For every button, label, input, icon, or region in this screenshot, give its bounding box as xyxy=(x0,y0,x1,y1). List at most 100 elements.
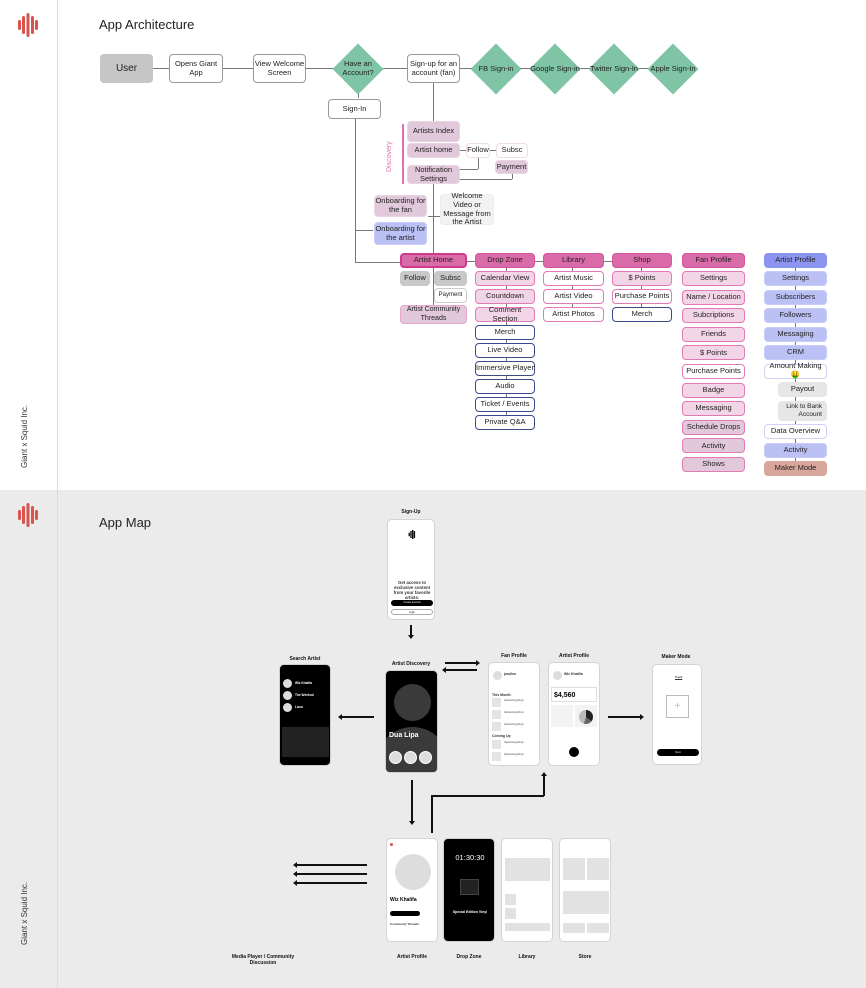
app-map-section: Giant x Squid Inc. App Map Sign-Up Get a… xyxy=(0,490,866,988)
video-thumbnail[interactable] xyxy=(505,858,550,881)
product-card[interactable] xyxy=(563,891,609,914)
fan-profile-item: Purchase Points xyxy=(682,364,745,379)
artist-profile-item: Activity xyxy=(764,442,827,458)
tab-track[interactable]: Track xyxy=(675,675,682,679)
apple-signin-decision: Apple Sign-In xyxy=(648,44,698,94)
next-button[interactable]: Next xyxy=(657,749,699,756)
flow-arrow xyxy=(293,862,367,867)
drop-zone-item: Immersive Player xyxy=(475,361,535,376)
fan-profile-item: Activity xyxy=(682,438,745,454)
drop-zone-item: Calendar View xyxy=(475,271,535,286)
flow-arrow xyxy=(293,871,367,876)
keyboard[interactable] xyxy=(282,727,329,757)
flow-arrow xyxy=(608,714,644,719)
section-coming-up: Coming Up xyxy=(492,734,511,738)
drop-zone-item: Ticket / Events xyxy=(475,397,535,412)
artist-home-follow: Follow xyxy=(400,271,430,286)
drop-thumbnail xyxy=(492,710,501,719)
follow-node: Follow xyxy=(466,143,490,158)
app-architecture-section: Giant x Squid Inc. App Architecture User… xyxy=(0,0,866,490)
view-welcome-node: View Welcome Screen xyxy=(253,54,306,83)
product-card[interactable] xyxy=(563,923,585,933)
screen-label-artist-profile-bottom: Artist Profile xyxy=(396,954,427,960)
fan-profile-item: Shows xyxy=(682,457,745,472)
subscribe-button[interactable] xyxy=(390,911,420,916)
store-screen[interactable] xyxy=(559,838,611,942)
notification-settings-node: Notification Settings xyxy=(407,165,460,184)
product-card[interactable] xyxy=(563,858,585,880)
countdown-timer: 01:30:30 xyxy=(455,853,485,862)
flow-arrow xyxy=(293,880,367,885)
artist-image xyxy=(394,684,431,721)
upload-placeholder[interactable]: + xyxy=(666,695,689,718)
search-result-name[interactable]: Wiz Khalifa xyxy=(295,681,312,685)
screen-label-maker-mode: Maker Mode xyxy=(661,654,691,660)
fan-avatar xyxy=(493,671,502,680)
logo-dot xyxy=(390,843,393,846)
flow-arrow xyxy=(445,660,480,665)
artists-index-node: Artists Index xyxy=(407,121,460,142)
library-item: Artist Photos xyxy=(543,307,604,322)
earnings-card: $4,560 xyxy=(551,687,597,702)
drop-thumbnail xyxy=(492,740,501,749)
library-screen[interactable] xyxy=(501,838,553,942)
fan-profile-item: Settings xyxy=(682,271,745,286)
page-title: App Map xyxy=(99,515,152,530)
artist-avatar[interactable] xyxy=(404,751,417,764)
artist-avatar[interactable] xyxy=(419,751,432,764)
artist-home-subsc: Subsc xyxy=(434,271,467,286)
discovery-bracket xyxy=(402,124,404,184)
create-account-button[interactable]: Create account xyxy=(391,600,433,606)
flow-arrow xyxy=(541,772,546,796)
drop-title: Special Edition Vinyl xyxy=(452,910,488,914)
screen-label-fan-profile: Fan Profile xyxy=(501,653,527,659)
side-rail: Giant x Squid Inc. xyxy=(0,0,58,490)
artist-home-header: Artist Home xyxy=(400,253,467,268)
login-button[interactable]: Login xyxy=(391,609,433,615)
drop-zone-item: Comment Section xyxy=(475,305,535,322)
fan-profile-screen[interactable]: jmullen This Month Upcoming Drop Upcoming… xyxy=(488,662,540,766)
screen-label-store: Store xyxy=(578,954,592,960)
earnings-amount: $4,560 xyxy=(554,692,576,699)
track-thumbnail[interactable] xyxy=(505,894,516,905)
sign-in-node: Sign-In xyxy=(328,99,381,119)
result-avatar xyxy=(283,691,292,700)
side-rail: Giant x Squid Inc. xyxy=(0,490,58,988)
artist-discovery-screen[interactable]: Dua Lipa xyxy=(385,670,438,773)
artist-profile-item: Messaging xyxy=(764,326,827,342)
artist-profile-item: Settings xyxy=(764,271,827,286)
track-thumbnail[interactable] xyxy=(505,908,516,919)
drop-zone-screen[interactable]: 01:30:30 Special Edition Vinyl xyxy=(443,838,495,942)
list-item-title: Upcoming Drop xyxy=(504,722,524,726)
artist-profile-item: Followers xyxy=(764,308,827,323)
community-threads-heading: Community Threads xyxy=(390,922,420,926)
fan-profile-item: $ Points xyxy=(682,345,745,361)
list-item-title: Upcoming Drop xyxy=(504,752,524,756)
product-card[interactable] xyxy=(587,923,609,933)
maker-mode-screen[interactable]: Track + Next xyxy=(652,664,702,765)
subsc-node: Subsc xyxy=(496,143,528,158)
drop-thumbnail xyxy=(492,722,501,731)
artist-profile-dashboard-screen[interactable]: Wiz Khalifa $4,560 xyxy=(548,662,600,766)
signup-node: Sign-up for an account (fan) xyxy=(407,54,460,83)
opens-app-node: Opens Giant App xyxy=(169,54,223,83)
search-result-name[interactable]: The Weeknd xyxy=(295,693,314,697)
google-signin-decision: Google Sign-in xyxy=(530,44,580,94)
artist-profile-item: Data Overview xyxy=(764,424,827,439)
fan-username: jmullen xyxy=(504,672,517,676)
search-result-name[interactable]: Lizzo xyxy=(295,705,303,709)
company-label: Giant x Squid Inc. xyxy=(20,881,29,945)
search-artist-screen[interactable]: Wiz Khalifa The Weeknd Lizzo xyxy=(279,664,331,766)
screen-label-discovery: Artist Discovery xyxy=(391,661,431,667)
screen-label-library: Library xyxy=(518,954,536,960)
signup-screen[interactable]: Get access to exclusive content from you… xyxy=(387,519,435,620)
drop-zone-item: Live Video xyxy=(475,343,535,358)
artist-profile-page-screen[interactable]: Wiz Khalifa Community Threads xyxy=(386,838,438,942)
product-card[interactable] xyxy=(587,858,609,880)
fb-signin-decision: FB Sign-in xyxy=(471,44,521,94)
artist-profile-item: Payout xyxy=(778,382,827,397)
add-button[interactable] xyxy=(569,747,579,757)
artist-avatar[interactable] xyxy=(389,751,402,764)
fan-profile-item: Name / Location xyxy=(682,289,745,305)
library-item: Artist Video xyxy=(543,289,604,304)
